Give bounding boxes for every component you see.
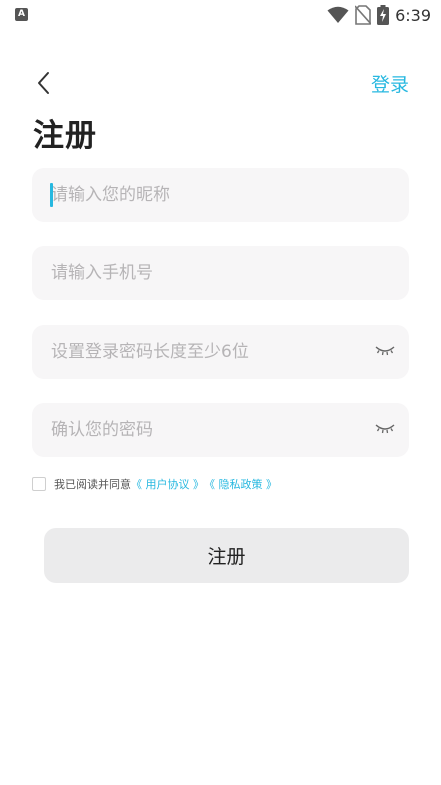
agreement-checkbox[interactable] (32, 477, 46, 491)
status-bar: A 6:39 (0, 0, 441, 30)
notification-icon: A (15, 8, 28, 21)
nickname-field[interactable] (32, 168, 409, 222)
wifi-icon (327, 6, 349, 23)
confirm-password-input[interactable] (32, 403, 409, 457)
no-sim-icon (355, 5, 372, 25)
privacy-policy-link[interactable]: 《 隐私政策 》 (204, 476, 277, 492)
status-icons: 6:39 (327, 4, 431, 26)
register-button[interactable]: 注册 (44, 528, 409, 583)
battery-charging-icon (377, 5, 390, 25)
clock: 6:39 (395, 5, 431, 25)
page-title: 注册 (33, 118, 97, 154)
confirm-password-field[interactable] (32, 403, 409, 457)
chevron-left-icon (38, 72, 49, 94)
back-button[interactable] (30, 68, 58, 98)
text-cursor (50, 183, 53, 207)
user-agreement-link[interactable]: 《 用户协议 》 (131, 476, 204, 492)
phone-input[interactable] (32, 246, 409, 300)
eye-closed-icon[interactable] (375, 422, 395, 436)
phone-field[interactable] (32, 246, 409, 300)
agreement-row: 我已阅读并同意 《 用户协议 》 《 隐私政策 》 (32, 476, 277, 492)
login-link[interactable]: 登录 (371, 70, 409, 97)
nickname-input[interactable] (32, 168, 409, 222)
agreement-text: 我已阅读并同意 (54, 478, 131, 491)
eye-closed-icon[interactable] (375, 344, 395, 358)
password-field[interactable] (32, 325, 409, 379)
password-input[interactable] (32, 325, 409, 379)
